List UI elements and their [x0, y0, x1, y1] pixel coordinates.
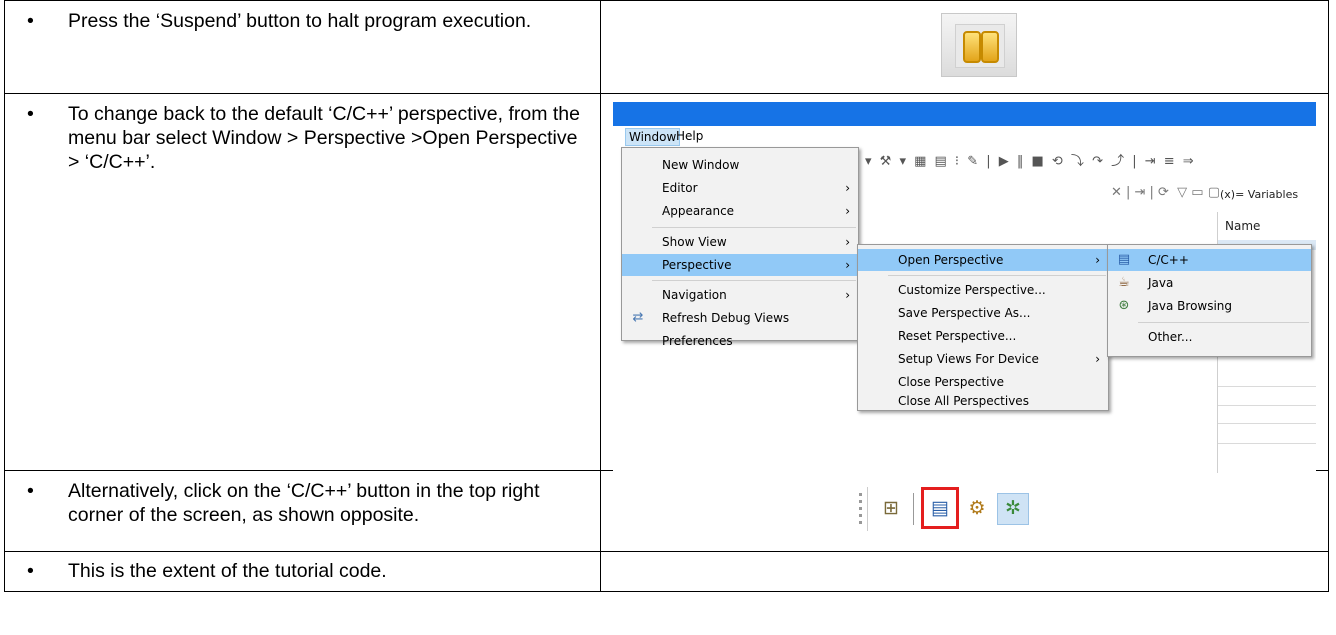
menu-item-save-perspective-as[interactable]: Save Perspective As... [858, 302, 1108, 324]
variables-tab[interactable]: (x)= Variables [1220, 188, 1298, 201]
eclipse-window-screenshot: Window Help ▾ ⚒ ▾ ▦ ▤ ⁝ ✎ | ▶ ‖ ■ ⟲ ⤵ ↷ … [613, 102, 1316, 473]
chevron-right-icon: › [845, 181, 850, 195]
row-3-text: Alternatively, click on the ‘C/C++’ butt… [68, 480, 540, 526]
menu-item-cpp[interactable]: ▤ C/C++ [1108, 249, 1311, 271]
bullet: • [27, 560, 34, 582]
row-3-image-cell: ⊞ ▤ ⚙ ✲ [600, 470, 1329, 552]
menu-item-perspective[interactable]: Perspective › [622, 254, 858, 276]
menu-item-customize-perspective[interactable]: Customize Perspective... [858, 279, 1108, 301]
row-3-text-cell: • Alternatively, click on the ‘C/C++’ bu… [4, 470, 601, 552]
row-2-text: To change back to the default ‘C/C++’ pe… [68, 103, 580, 173]
row-1-text: Press the ‘Suspend’ button to halt progr… [68, 10, 532, 32]
pause-icon [955, 24, 1005, 68]
menu-bar: Window Help [613, 126, 1316, 147]
java-perspective-icon: ☕ [1118, 275, 1130, 290]
row-1-text-cell: • Press the ‘Suspend’ button to halt pro… [4, 0, 601, 94]
debug-toolbar[interactable]: ▾ ⚒ ▾ ▦ ▤ ⁝ ✎ | ▶ ‖ ■ ⟲ ⤵ ↷ ⤴ | ⇥ ≡ ⇒ [865, 150, 1316, 172]
cpp-perspective-icon: ▤ [1117, 252, 1131, 267]
bullet: • [27, 10, 34, 32]
chevron-right-icon: › [845, 258, 850, 272]
row-4-image-cell [600, 551, 1329, 592]
menu-item-preferences[interactable]: Preferences [622, 330, 858, 352]
menu-item-reset-perspective[interactable]: Reset Perspective... [858, 325, 1108, 347]
menu-item-show-view[interactable]: Show View › [622, 231, 858, 253]
cpp-button-highlight [921, 487, 959, 529]
menu-item-new-window[interactable]: New Window [622, 154, 858, 176]
refresh-debug-icon: ⇄ [632, 310, 644, 325]
menu-item-open-perspective[interactable]: Open Perspective › [858, 249, 1108, 271]
bullet: • [27, 480, 34, 502]
chevron-right-icon: › [1095, 253, 1100, 267]
menu-item-java-browsing[interactable]: ⊛ Java Browsing [1108, 295, 1311, 317]
row-1-image-cell [600, 0, 1329, 94]
chevron-right-icon: › [845, 235, 850, 249]
menu-item-editor[interactable]: Editor › [622, 177, 858, 199]
chevron-right-icon: › [845, 288, 850, 302]
java-perspective-icon[interactable]: ⚙ [965, 497, 989, 521]
toolbar-grip[interactable] [859, 493, 862, 527]
row-2-text-cell: • To change back to the default ‘C/C++’ … [4, 93, 601, 471]
menu-item-navigation[interactable]: Navigation › [622, 284, 858, 306]
instruction-table: • Press the ‘Suspend’ button to halt pro… [4, 0, 1329, 592]
view-toolbar[interactable]: ✕ | ⇥ | ⟳ ▽ ▭ ▢ [865, 185, 1220, 207]
menu-item-close-all-perspectives[interactable]: Close All Perspectives [858, 392, 1108, 410]
menu-item-appearance[interactable]: Appearance › [622, 200, 858, 222]
menu-item-refresh-debug-views[interactable]: ⇄ Refresh Debug Views [622, 307, 858, 329]
name-column-header: Name [1225, 219, 1261, 233]
bullet: • [27, 103, 34, 125]
window-menu: New Window Editor › Appearance › Show View… [621, 147, 859, 348]
open-perspective-icon[interactable]: ⊞ [879, 497, 903, 521]
open-perspective-submenu: ▤ C/C++ ☕ Java ⊛ Java Browsing Other... [1107, 244, 1312, 357]
row-2-image-cell: Window Help ▾ ⚒ ▾ ▦ ▤ ⁝ ✎ | ▶ ‖ ■ ⟲ ⤵ ↷ … [600, 93, 1329, 473]
title-bar [613, 102, 1316, 126]
chevron-right-icon: › [845, 204, 850, 218]
menu-help[interactable]: Help [673, 128, 706, 144]
suspend-button[interactable] [941, 13, 1017, 77]
chevron-right-icon: › [1095, 352, 1100, 366]
perspective-toolbar: ⊞ ▤ ⚙ ✲ [853, 483, 1075, 535]
menu-item-setup-views-for-device[interactable]: Setup Views For Device › [858, 348, 1108, 370]
row-4-text-cell: • This is the extent of the tutorial cod… [4, 551, 601, 592]
debug-perspective-icon[interactable]: ✲ [997, 493, 1029, 525]
menu-item-close-perspective[interactable]: Close Perspective [858, 371, 1108, 393]
menu-item-java[interactable]: ☕ Java [1108, 272, 1311, 294]
java-browsing-icon: ⊛ [1118, 298, 1130, 313]
menu-item-other[interactable]: Other... [1108, 326, 1311, 348]
perspective-submenu: Open Perspective › Customize Perspective.… [857, 244, 1109, 411]
row-4-text: This is the extent of the tutorial code. [68, 560, 387, 582]
